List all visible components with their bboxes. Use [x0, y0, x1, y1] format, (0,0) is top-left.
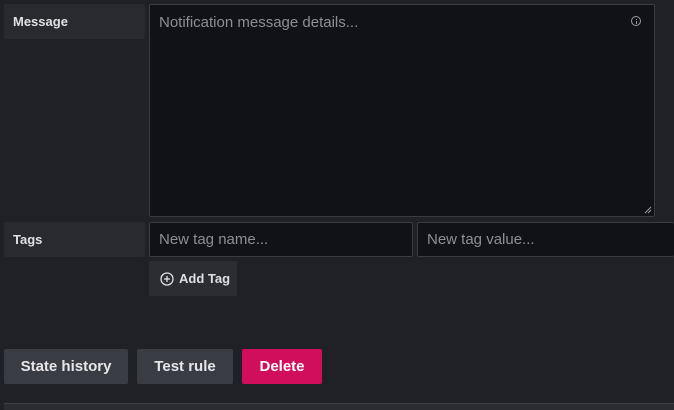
add-tag-label: Add Tag — [179, 271, 231, 286]
delete-button[interactable]: Delete — [242, 349, 322, 384]
message-label: Message — [4, 4, 145, 39]
tags-label-text: Tags — [13, 232, 43, 247]
message-textarea[interactable]: Notification message details... — [149, 4, 655, 217]
plus-circle-icon — [160, 271, 174, 286]
message-placeholder: Notification message details... — [159, 14, 359, 31]
tag-name-input[interactable]: New tag name... — [149, 222, 413, 257]
add-tag-button[interactable]: Add Tag — [149, 261, 237, 296]
tag-name-placeholder: New tag name... — [159, 231, 269, 248]
alert-rule-notification-form: Message Notification message details... … — [0, 0, 674, 410]
state-history-label: State history — [20, 358, 112, 375]
resize-handle-icon[interactable] — [644, 206, 652, 214]
horizontal-scrollbar[interactable] — [4, 403, 674, 410]
tag-value-input[interactable]: New tag value... — [417, 222, 674, 257]
message-label-text: Message — [13, 14, 68, 29]
tags-label: Tags — [4, 222, 145, 257]
test-rule-label: Test rule — [154, 358, 216, 375]
test-rule-button[interactable]: Test rule — [137, 349, 233, 384]
tag-value-placeholder: New tag value... — [427, 231, 535, 248]
state-history-button[interactable]: State history — [4, 349, 128, 384]
delete-label: Delete — [259, 358, 305, 375]
info-icon[interactable] — [631, 16, 641, 26]
